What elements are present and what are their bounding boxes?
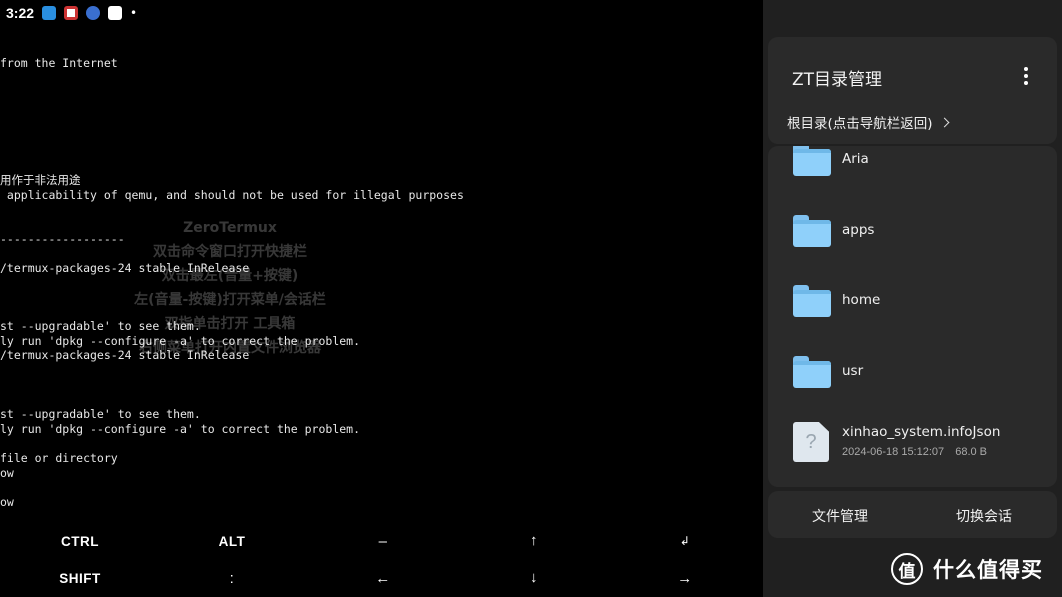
watermark-logo: 值	[891, 553, 923, 585]
terminal-line: applicability of qemu, and should not be…	[0, 188, 464, 202]
file-manager-button[interactable]: 文件管理	[812, 506, 868, 526]
file-name: apps	[842, 222, 875, 238]
extra-keys-bar: CTRL ALT – ↑ ↲ SHIFT : ← ↓ →	[0, 526, 763, 597]
unknown-file-icon: ?	[793, 422, 829, 462]
folder-icon	[793, 356, 831, 388]
watermark: 值 什么值得买	[891, 553, 1043, 585]
status-dot: •	[130, 6, 138, 20]
list-item-usr[interactable]: usr	[768, 342, 1057, 402]
key-dash[interactable]: –	[307, 533, 459, 550]
folder-icon	[793, 215, 831, 247]
key-arrow-left[interactable]: ←	[307, 570, 459, 587]
chevron-right-icon	[939, 117, 949, 127]
terminal-line: ly run 'dpkg --configure -a' to correct …	[0, 422, 361, 436]
status-time: 3:22	[6, 5, 35, 21]
list-item-apps[interactable]: apps	[768, 201, 1057, 261]
terminal-window[interactable]: from the Internet 用作于非法用途 applicability …	[0, 26, 763, 526]
hint-text: 右侧菜单打开内置文件浏览器	[139, 340, 321, 356]
drawer-title: ZT目录管理	[792, 70, 883, 90]
drawer-footer: 文件管理 切换会话	[768, 491, 1057, 538]
key-enter[interactable]: ↲	[609, 534, 761, 548]
file-date: 2024-06-18 15:12:07	[842, 446, 945, 458]
file-list: Aria apps home usr ? xinhao_system.infoJ…	[768, 146, 1057, 487]
terminal-line: from the Internet	[0, 56, 118, 70]
hint-text: 双击命令窗口打开快捷栏	[153, 244, 307, 260]
app-icon-blue	[42, 6, 57, 20]
status-bar: 3:22 •	[0, 0, 763, 26]
hint-text: 双击最左(音量+按键)	[161, 268, 299, 284]
hint-text: 双指单击打开 工具箱	[164, 316, 296, 332]
app-icon-bird	[108, 6, 123, 20]
list-item-aria[interactable]: Aria	[768, 146, 1057, 190]
app-icon-red	[64, 6, 79, 20]
terminal-line: st --upgradable' to see them.	[0, 407, 201, 421]
list-item-home[interactable]: home	[768, 271, 1057, 331]
key-colon[interactable]: :	[156, 570, 308, 587]
question-glyph: ?	[805, 431, 817, 453]
watermark-text: 什么值得买	[933, 558, 1043, 582]
file-meta: 2024-06-18 15:12:07 68.0 B	[842, 446, 995, 458]
folder-icon	[793, 285, 831, 317]
list-item-file[interactable]: ? xinhao_system.infoJson 2024-06-18 15:1…	[768, 412, 1057, 482]
file-name: xinhao_system.infoJson	[842, 424, 1001, 440]
file-name: home	[842, 292, 881, 308]
file-name: Aria	[842, 151, 869, 167]
terminal-line: file or directory	[0, 451, 118, 465]
hint-text: ZeroTermux	[183, 220, 277, 236]
directory-drawer: ZT目录管理 根目录(点击导航栏返回) Aria apps home usr ?	[763, 0, 1062, 597]
terminal-line: ow	[0, 495, 14, 509]
drawer-header: ZT目录管理 根目录(点击导航栏返回)	[768, 37, 1057, 144]
key-arrow-up[interactable]: ↑	[458, 532, 610, 549]
key-arrow-right[interactable]: →	[609, 570, 761, 587]
app-icon-globe	[86, 6, 101, 20]
more-vert-icon[interactable]	[1023, 67, 1029, 85]
key-shift[interactable]: SHIFT	[4, 571, 156, 586]
breadcrumb-label: 根目录(点击导航栏返回)	[787, 116, 933, 132]
breadcrumb[interactable]: 根目录(点击导航栏返回)	[787, 112, 949, 132]
key-ctrl[interactable]: CTRL	[4, 534, 156, 549]
key-arrow-down[interactable]: ↓	[458, 569, 610, 586]
terminal-line: ow	[0, 466, 14, 480]
gesture-hints-overlay: ZeroTermux 双击命令窗口打开快捷栏 双击最左(音量+按键) 左(音量-…	[0, 216, 460, 360]
switch-session-button[interactable]: 切换会话	[956, 506, 1012, 526]
file-size: 68.0 B	[955, 446, 988, 458]
file-name: usr	[842, 363, 864, 379]
folder-icon	[793, 146, 831, 176]
key-alt[interactable]: ALT	[156, 534, 308, 549]
hint-text: 左(音量-按键)打开菜单/会话栏	[134, 292, 326, 308]
terminal-line: 用作于非法用途	[0, 173, 81, 187]
